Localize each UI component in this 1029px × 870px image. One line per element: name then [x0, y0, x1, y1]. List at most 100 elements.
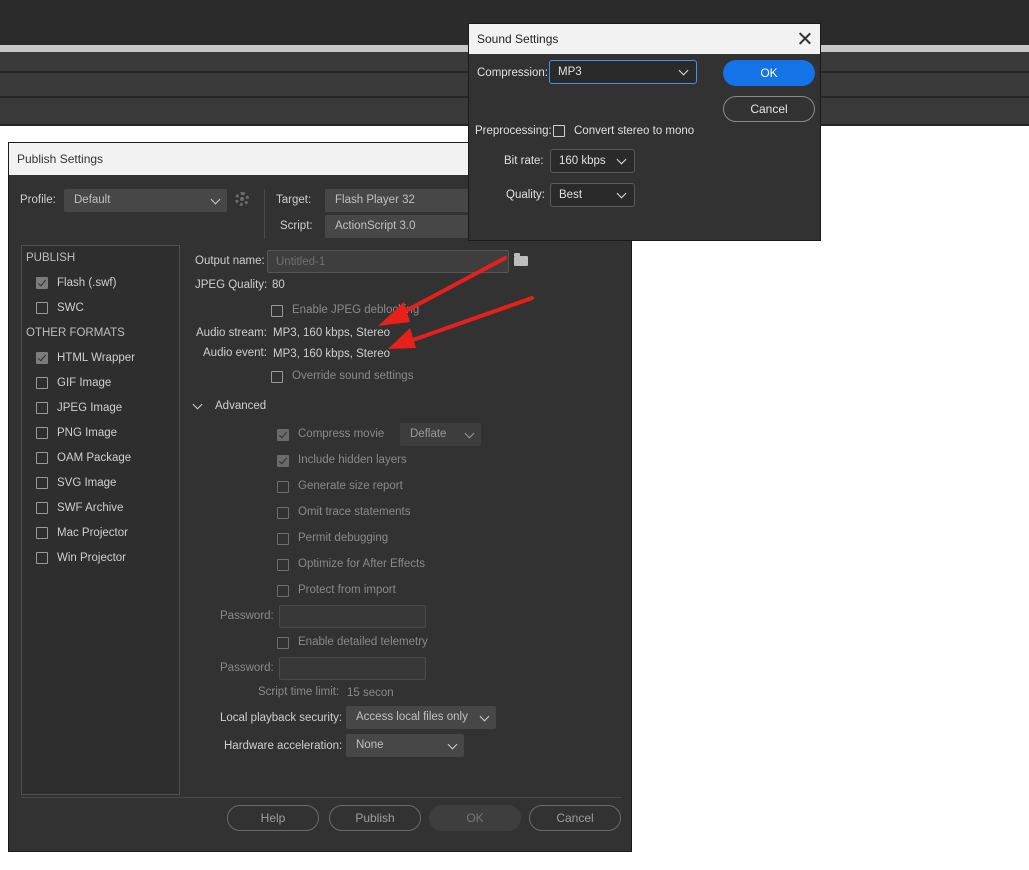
flash-checkbox[interactable]	[36, 277, 48, 289]
bitrate-label: Bit rate:	[504, 155, 544, 167]
sound-cancel-button[interactable]: Cancel	[723, 96, 815, 122]
sidebar-item-oam[interactable]: OAM Package	[36, 451, 161, 469]
jpeg-deblocking-checkbox[interactable]	[271, 305, 283, 317]
target-dropdown[interactable]: Flash Player 32	[325, 189, 473, 212]
compression-dropdown[interactable]: MP3	[549, 60, 697, 84]
sidebar-item-swf-archive[interactable]: SWF Archive	[36, 501, 161, 519]
gif-checkbox[interactable]	[36, 377, 48, 389]
advanced-section-toggle[interactable]: Advanced	[215, 400, 266, 412]
sidebar-item-win-projector[interactable]: Win Projector	[36, 551, 161, 569]
sidebar-item-html-wrapper[interactable]: HTML Wrapper	[36, 351, 161, 369]
sidebar-item-flash[interactable]: Flash (.swf)	[36, 276, 161, 294]
sidebar-item-label: PNG Image	[57, 427, 118, 439]
sidebar-item-png[interactable]: PNG Image	[36, 426, 161, 444]
publish-cancel-button[interactable]: Cancel	[529, 805, 621, 831]
png-checkbox[interactable]	[36, 427, 48, 439]
script-time-limit-value[interactable]: 15 secon	[347, 687, 394, 699]
profile-label: Profile:	[20, 194, 56, 206]
sidebar-item-label: JPEG Image	[57, 402, 123, 414]
publish-ok-button[interactable]: OK	[429, 805, 521, 831]
include-hidden-layers-checkbox[interactable]	[277, 455, 289, 467]
telemetry-checkbox[interactable]	[277, 637, 289, 649]
permit-debugging-checkbox[interactable]	[277, 533, 289, 545]
protect-import-label: Protect from import	[298, 584, 396, 596]
bitrate-dropdown[interactable]: 160 kbps	[550, 149, 635, 173]
output-name-field[interactable]: Untitled-1	[267, 250, 509, 273]
gear-icon[interactable]	[235, 192, 249, 206]
sound-ok-button[interactable]: OK	[723, 60, 815, 86]
telemetry-password-label: Password:	[220, 662, 274, 674]
chevron-down-icon	[616, 188, 627, 199]
jpeg-quality-value[interactable]: 80	[272, 279, 285, 291]
hw-accel-dropdown[interactable]: None	[346, 734, 464, 757]
svg-checkbox[interactable]	[36, 477, 48, 489]
output-name-value: Untitled-1	[276, 256, 326, 268]
override-sound-label: Override sound settings	[292, 370, 414, 382]
sidebar-item-label: SWC	[57, 302, 84, 314]
sidebar-item-label: SVG Image	[57, 477, 117, 489]
sidebar-item-label: Win Projector	[57, 552, 127, 564]
footer-divider	[21, 797, 621, 798]
sidebar-item-label: GIF Image	[57, 377, 112, 389]
sidebar-item-label: HTML Wrapper	[57, 352, 135, 364]
password-label: Password:	[220, 610, 274, 622]
html-wrapper-checkbox[interactable]	[36, 352, 48, 364]
bitrate-value: 160 kbps	[559, 155, 606, 167]
audio-stream-label: Audio stream:	[196, 327, 267, 339]
size-report-label: Generate size report	[298, 480, 403, 492]
jpeg-deblocking-label: Enable JPEG deblocking	[292, 304, 420, 316]
profile-dropdown[interactable]: Default	[64, 189, 227, 212]
jpeg-checkbox[interactable]	[36, 402, 48, 414]
chevron-down-icon[interactable]	[192, 399, 203, 410]
mac-projector-checkbox[interactable]	[36, 527, 48, 539]
swc-checkbox[interactable]	[36, 302, 48, 314]
telemetry-password-field[interactable]	[279, 657, 426, 680]
win-projector-checkbox[interactable]	[36, 552, 48, 564]
local-playback-label: Local playback security:	[220, 712, 343, 724]
quality-value: Best	[559, 189, 583, 201]
compress-movie-label: Compress movie	[298, 428, 385, 440]
compress-movie-checkbox[interactable]	[277, 429, 289, 441]
include-hidden-layers-label: Include hidden layers	[298, 454, 407, 466]
chevron-down-icon	[479, 711, 490, 722]
script-dropdown[interactable]: ActionScript 3.0	[325, 215, 473, 238]
omit-trace-checkbox[interactable]	[277, 507, 289, 519]
convert-stereo-label: Convert stereo to mono	[574, 125, 695, 137]
sidebar-item-jpeg[interactable]: JPEG Image	[36, 401, 161, 419]
compression-value: MP3	[558, 66, 582, 78]
target-label: Target:	[276, 194, 312, 206]
chevron-down-icon	[678, 65, 689, 76]
omit-trace-label: Omit trace statements	[298, 506, 411, 518]
close-icon[interactable]	[798, 32, 811, 45]
other-formats-header: OTHER FORMATS	[26, 327, 125, 339]
help-button[interactable]: Help	[227, 805, 319, 831]
sidebar-item-mac-projector[interactable]: Mac Projector	[36, 526, 161, 544]
preprocessing-label: Preprocessing:	[475, 125, 552, 137]
swf-archive-checkbox[interactable]	[36, 502, 48, 514]
oam-checkbox[interactable]	[36, 452, 48, 464]
audio-stream-value[interactable]: MP3, 160 kbps, Stereo	[273, 327, 390, 339]
sidebar-item-label: OAM Package	[57, 452, 132, 464]
folder-icon[interactable]	[514, 253, 528, 266]
size-report-checkbox[interactable]	[277, 481, 289, 493]
publish-button[interactable]: Publish	[329, 805, 421, 831]
local-playback-dropdown[interactable]: Access local files only	[346, 706, 496, 729]
password-field[interactable]	[279, 605, 426, 628]
jpeg-quality-label: JPEG Quality:	[195, 279, 268, 291]
quality-dropdown[interactable]: Best	[550, 183, 635, 207]
protect-import-checkbox[interactable]	[277, 585, 289, 597]
convert-stereo-checkbox[interactable]	[553, 125, 565, 137]
sidebar-item-gif[interactable]: GIF Image	[36, 376, 161, 394]
output-name-label: Output name:	[195, 255, 265, 267]
header-separator	[264, 189, 265, 239]
sidebar-item-svg[interactable]: SVG Image	[36, 476, 161, 494]
script-value: ActionScript 3.0	[335, 220, 416, 232]
audio-event-value[interactable]: MP3, 160 kbps, Stereo	[273, 348, 390, 360]
chevron-down-icon	[616, 154, 627, 165]
chevron-down-icon	[464, 428, 475, 439]
sidebar-item-swc[interactable]: SWC	[36, 301, 161, 319]
compress-method-dropdown[interactable]: Deflate	[400, 423, 481, 446]
override-sound-checkbox[interactable]	[271, 371, 283, 383]
optimize-ae-checkbox[interactable]	[277, 559, 289, 571]
permit-debugging-label: Permit debugging	[298, 532, 389, 544]
